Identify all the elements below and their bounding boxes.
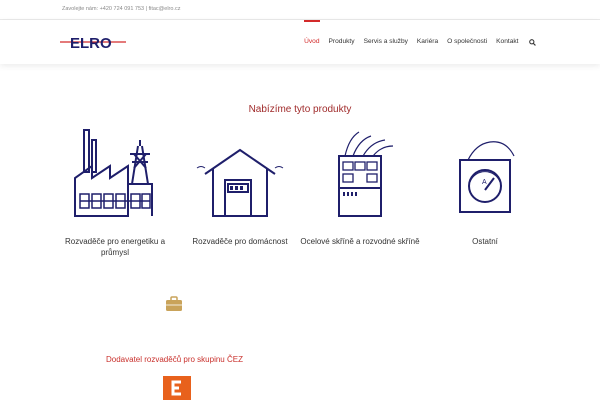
meter-icon: A bbox=[459, 141, 515, 213]
top-bar: Zavolejte nám: +420 724 091 753 | fitac@… bbox=[0, 0, 600, 20]
nav-item-servis[interactable]: Servis a služby bbox=[359, 20, 412, 64]
product-label: Ocelové skříně a rozvodné skříně bbox=[300, 237, 420, 246]
product-label: Ostatní bbox=[472, 237, 498, 246]
search-icon[interactable] bbox=[523, 20, 537, 64]
contact-info: Zavolejte nám: +420 724 091 753 | fitac@… bbox=[62, 6, 181, 12]
nav-item-produkty[interactable]: Produkty bbox=[324, 20, 359, 64]
nav-item-o-spolecnosti[interactable]: O společnosti bbox=[443, 20, 492, 64]
briefcase-icon bbox=[165, 296, 183, 312]
factory-icon bbox=[74, 129, 153, 217]
header: ELRO Úvod Produkty Servis a služby Karié… bbox=[0, 20, 600, 64]
section-title: Nabízíme tyto produkty bbox=[248, 104, 352, 115]
svg-text:A: A bbox=[482, 179, 487, 186]
nav-item-kariera[interactable]: Kariéra bbox=[412, 20, 442, 64]
product-card-ocelove-skrine[interactable]: Ocelové skříně a rozvodné skříně bbox=[295, 128, 425, 247]
nav-item-kontakt[interactable]: Kontakt bbox=[492, 20, 523, 64]
cabinet-icon bbox=[338, 131, 394, 217]
cez-logo-icon[interactable] bbox=[163, 376, 191, 400]
main-nav: Úvod Produkty Servis a služby Kariéra O … bbox=[300, 20, 537, 64]
product-card-energetika[interactable]: Rozvaděče pro energetiku a průmysl bbox=[50, 128, 180, 258]
logo-text: ELRO bbox=[70, 35, 112, 51]
product-card-domacnost[interactable]: Rozvaděče pro domácnost bbox=[175, 128, 305, 247]
product-label: Rozvaděče pro energetiku a průmysl bbox=[64, 237, 166, 257]
elro-logo[interactable]: ELRO bbox=[60, 33, 126, 51]
house-icon bbox=[196, 148, 284, 217]
supplier-text: Dodavatel rozvaděčů pro skupinu ČEZ bbox=[106, 355, 243, 364]
nav-item-uvod[interactable]: Úvod bbox=[300, 20, 324, 64]
product-card-ostatni[interactable]: A Ostatní bbox=[420, 128, 550, 247]
product-label: Rozvaděče pro domácnost bbox=[192, 237, 288, 246]
